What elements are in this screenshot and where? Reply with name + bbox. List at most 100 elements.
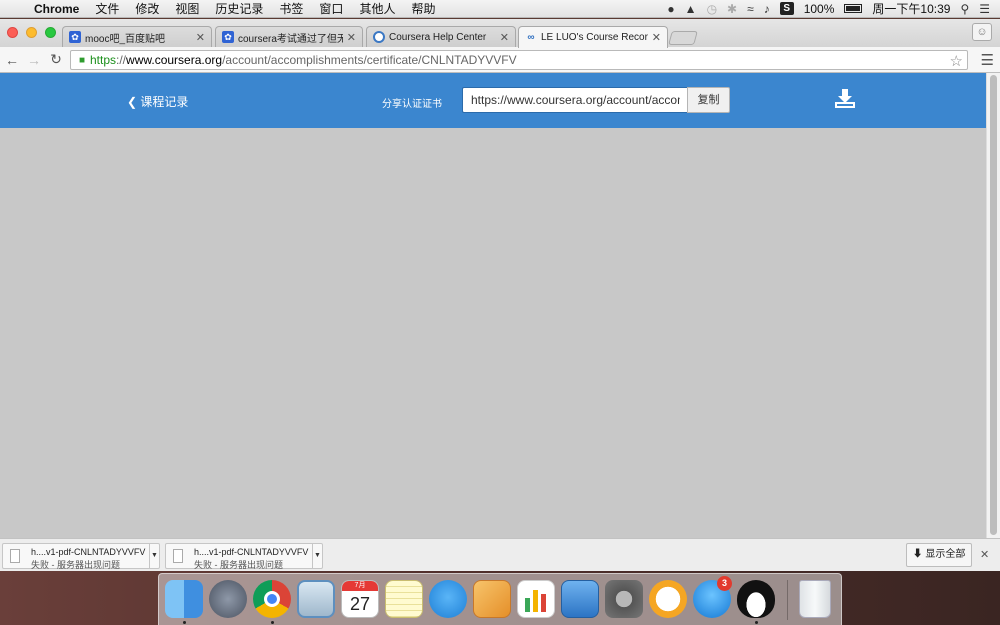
s-app-icon[interactable]: S	[779, 2, 794, 15]
calendar-day: 27	[349, 594, 371, 614]
url-host: www.coursera.org	[126, 53, 223, 67]
close-tab-icon[interactable]: ✕	[652, 31, 661, 44]
spotlight-search-icon[interactable]: ⚲	[960, 2, 969, 16]
back-link-label: 课程记录	[140, 95, 189, 109]
trash-icon[interactable]	[799, 580, 831, 618]
battery-percent: 100%	[803, 1, 835, 16]
tab-course-record[interactable]: ∞ LE LUO's Course Record on... ✕	[518, 26, 668, 48]
close-tab-icon[interactable]: ✕	[196, 31, 205, 44]
browser-toolbar: ← → ↻ ■ https://www.coursera.org/account…	[0, 47, 1000, 73]
new-tab-button[interactable]	[668, 31, 698, 45]
bluetooth-icon[interactable]: ✱	[727, 2, 737, 16]
close-tab-icon[interactable]: ✕	[500, 31, 509, 44]
notification-bell-icon[interactable]: ▲	[685, 2, 697, 16]
tab-title: coursera考试通过了但无法下...	[238, 33, 343, 45]
menu-bookmarks[interactable]: 书签	[271, 0, 311, 17]
window-controls	[7, 27, 56, 38]
close-shelf-icon[interactable]: ✕	[980, 548, 989, 561]
forward-arrow-icon[interactable]: →	[24, 52, 44, 68]
course-record-back-link[interactable]: ❮ 课程记录	[127, 93, 188, 110]
menu-app-name[interactable]: Chrome	[30, 2, 87, 16]
tab-title: LE LUO's Course Record on...	[541, 32, 648, 43]
back-arrow-icon[interactable]: ←	[2, 52, 22, 68]
tab-coursera-exam[interactable]: ✿ coursera考试通过了但无法下... ✕	[215, 26, 363, 47]
dock: 7月 27 3	[158, 573, 842, 625]
page-scrollbar[interactable]	[986, 73, 1000, 538]
show-all-label: 显示全部	[925, 549, 966, 560]
chrome-center-shape	[264, 591, 280, 607]
share-url-input[interactable]	[462, 87, 688, 113]
battery-icon[interactable]	[844, 4, 863, 13]
status-area: ● ▲ ◷ ✱ ≈ ♪ S 100% 周一下午10:39 ⚲ ☰	[667, 0, 1000, 17]
url-separator: ://	[116, 53, 127, 67]
tab-help-center[interactable]: Coursera Help Center ✕	[366, 26, 516, 47]
menu-file[interactable]: 文件	[87, 0, 127, 17]
profile-icon[interactable]: ☺	[972, 23, 992, 41]
system-preferences-icon[interactable]	[605, 580, 643, 618]
menu-view[interactable]: 视图	[167, 0, 207, 17]
notes-icon[interactable]	[385, 580, 423, 618]
qq-status-icon[interactable]: ●	[667, 2, 674, 16]
menu-edit[interactable]: 修改	[127, 0, 167, 17]
calendar-month: 7月	[342, 581, 378, 591]
infuse-icon[interactable]	[649, 580, 687, 618]
numbers-bar-shape	[525, 598, 530, 612]
address-bar[interactable]: ■ https://www.coursera.org/account/accom…	[70, 50, 968, 70]
url-scheme: https	[90, 53, 117, 67]
zoom-window-button[interactable]	[45, 27, 56, 38]
tab-title: Coursera Help Center	[389, 31, 487, 43]
dock-divider	[787, 580, 788, 620]
baidu-paw-icon: ✿	[69, 31, 81, 43]
help-center-icon	[373, 31, 385, 43]
notification-center-icon[interactable]: ☰	[979, 2, 990, 16]
coursera-icon: ∞	[527, 31, 535, 43]
messages-icon[interactable]	[429, 580, 467, 618]
wifi-icon[interactable]: ≈	[747, 2, 754, 16]
chrome-menu-icon[interactable]: ☰	[981, 51, 994, 69]
page-content: ❮ 课程记录 分享认证证书 复制	[0, 73, 986, 538]
app-store-badge: 3	[717, 576, 732, 591]
numbers-icon[interactable]	[517, 580, 555, 618]
menubar-clock[interactable]: 周一下午10:39	[872, 0, 950, 17]
menu-help[interactable]: 帮助	[403, 0, 443, 17]
time-machine-icon[interactable]: ◷	[707, 2, 717, 16]
bookmark-star-icon[interactable]: ☆	[950, 52, 963, 70]
show-all-downloads-button[interactable]: ⬇ 显示全部	[906, 543, 972, 567]
tab-mooc-tieba[interactable]: ✿ mooc吧_百度贴吧 ✕	[62, 26, 212, 47]
share-certificate-label: 分享认证证书	[382, 99, 442, 110]
calendar-icon[interactable]: 7月 27	[341, 580, 379, 618]
numbers-bar-shape	[541, 594, 546, 612]
reload-icon[interactable]: ↻	[46, 51, 66, 68]
finder-icon[interactable]	[165, 580, 203, 618]
download-arrow-icon: ⬇	[912, 549, 923, 560]
copy-button[interactable]: 复制	[687, 87, 730, 113]
menu-window[interactable]: 窗口	[311, 0, 351, 17]
certificate-header-bar: ❮ 课程记录 分享认证证书 复制	[0, 73, 986, 128]
launchpad-icon[interactable]	[209, 580, 247, 618]
close-tab-icon[interactable]: ✕	[347, 31, 356, 44]
download-filename: h....v1-pdf-CNLNTADYVVFV	[31, 547, 146, 557]
file-icon	[10, 549, 20, 563]
close-window-button[interactable]	[7, 27, 18, 38]
pages-icon[interactable]	[473, 580, 511, 618]
menu-history[interactable]: 历史记录	[207, 0, 271, 17]
minimize-window-button[interactable]	[26, 27, 37, 38]
keynote-icon[interactable]	[561, 580, 599, 618]
secure-lock-icon[interactable]: ■	[74, 55, 90, 66]
menu-people[interactable]: 其他人	[351, 0, 403, 17]
download-item[interactable]: h....v1-pdf-CNLNTADYVVFV 失败 - 服务器出现问题 ▼	[165, 543, 323, 570]
chevron-down-icon[interactable]: ▼	[149, 544, 159, 568]
chevron-left-icon: ❮	[127, 95, 138, 109]
scrollbar-thumb[interactable]	[990, 75, 997, 535]
mail-icon[interactable]	[297, 580, 335, 618]
download-item[interactable]: h....v1-pdf-CNLNTADYVVFV 失败 - 服务器出现问题 ▼	[2, 543, 160, 570]
chrome-icon[interactable]	[253, 580, 291, 618]
download-shelf: h....v1-pdf-CNLNTADYVVFV 失败 - 服务器出现问题 ▼ …	[0, 538, 1000, 571]
volume-icon[interactable]: ♪	[764, 2, 770, 16]
tab-title: mooc吧_百度贴吧	[85, 33, 166, 45]
chevron-down-icon[interactable]: ▼	[312, 544, 322, 568]
download-icon[interactable]	[834, 89, 856, 109]
qq-icon[interactable]	[737, 580, 775, 618]
download-filename: h....v1-pdf-CNLNTADYVVFV	[194, 547, 309, 557]
file-icon	[173, 549, 183, 563]
